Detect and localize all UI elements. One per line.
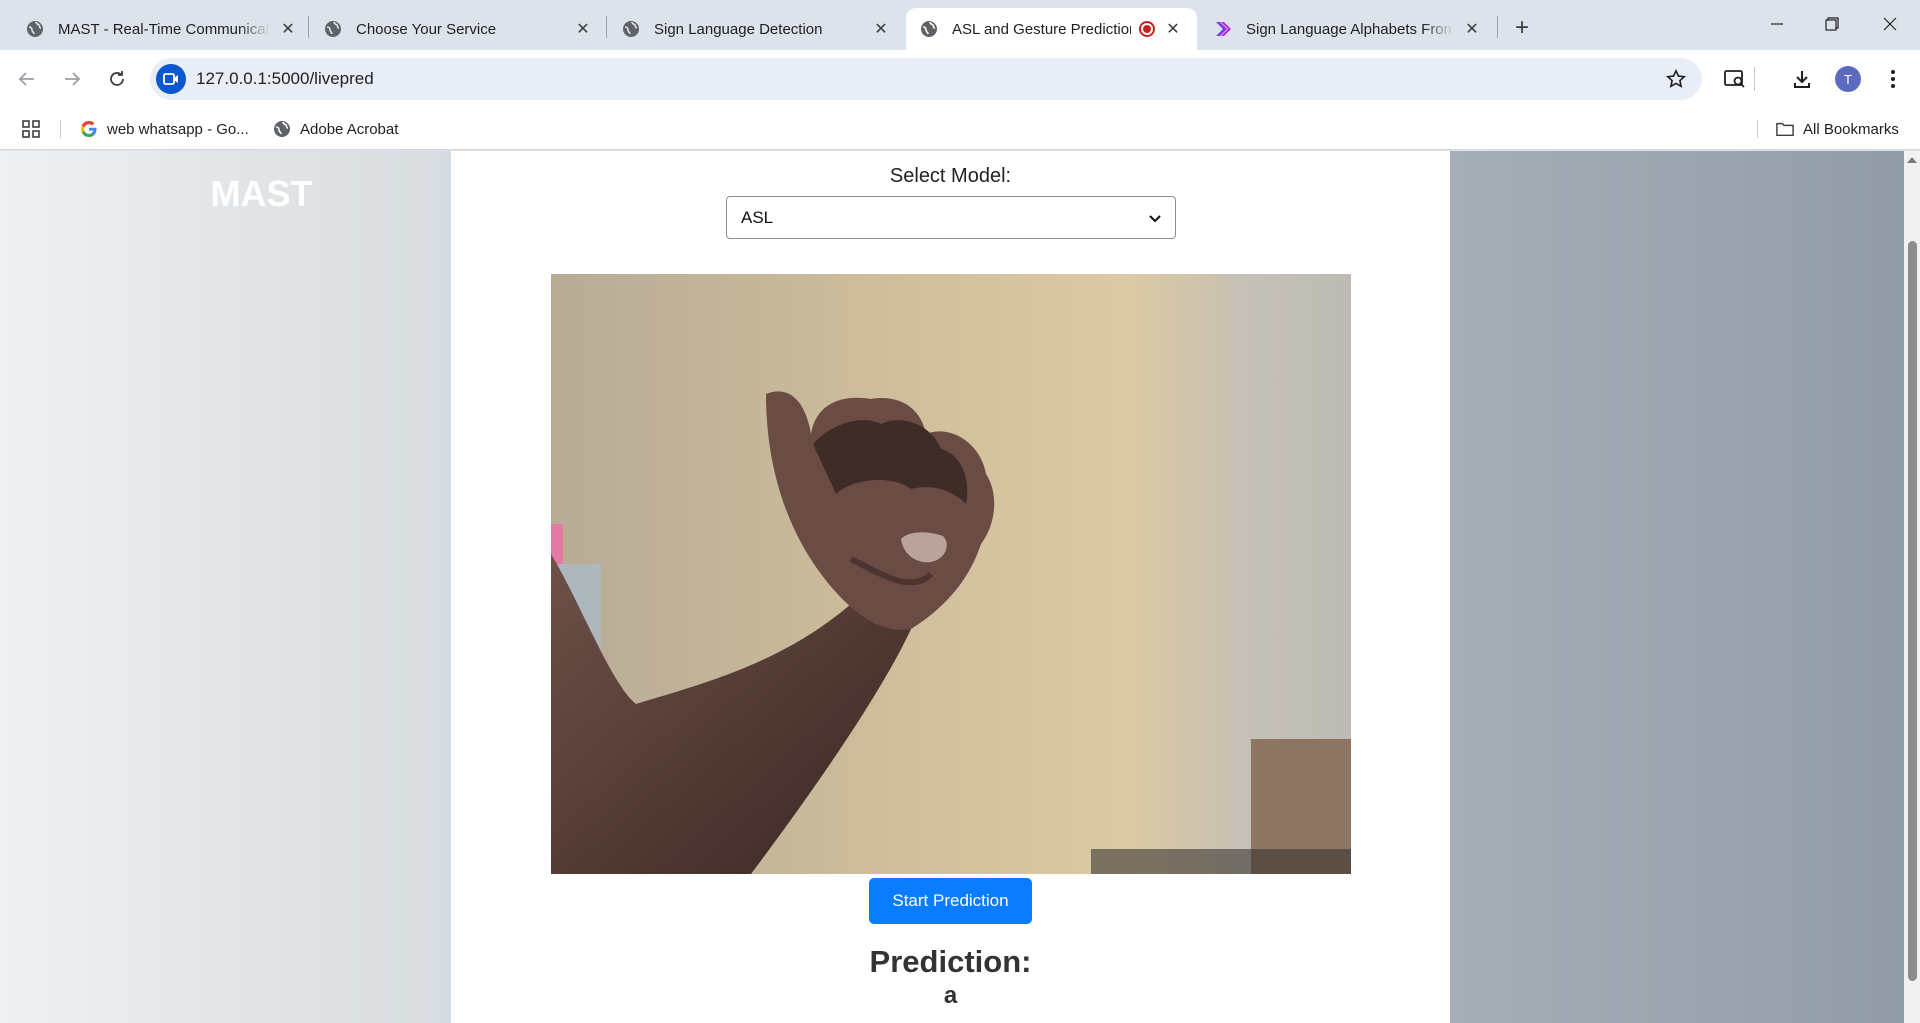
bookmarks-bar: web whatsapp - Go... Adobe Acrobat All B… — [0, 108, 1920, 150]
page-scrollbar[interactable] — [1904, 151, 1920, 1023]
tab-asl-prediction[interactable]: ASL and Gesture Prediction ✕ — [906, 8, 1197, 50]
forward-arrow-icon[interactable] — [55, 62, 89, 96]
prediction-heading: Prediction: — [869, 944, 1032, 979]
bookmark-web-whatsapp[interactable]: web whatsapp - Go... — [80, 117, 249, 141]
bookmark-separator — [1757, 120, 1758, 138]
tab-sign-detection[interactable]: Sign Language Detection ✕ — [608, 8, 905, 50]
scroll-up-arrow-icon[interactable] — [1907, 157, 1917, 163]
close-icon[interactable]: ✕ — [1163, 19, 1183, 39]
tab-separator — [606, 16, 607, 38]
bookmark-adobe-acrobat[interactable]: Adobe Acrobat — [273, 117, 398, 141]
tab-title: Sign Language Alphabets From — [1246, 20, 1454, 38]
model-select[interactable]: ASL — [726, 196, 1176, 239]
prediction-result: a — [943, 982, 958, 1009]
restore-icon[interactable] — [1809, 8, 1855, 40]
window-close-icon[interactable] — [1867, 8, 1913, 40]
webcam-feed — [551, 274, 1351, 874]
main-content: Select Model: ASL Start Prediction Predi… — [451, 151, 1450, 1023]
tab-separator — [1497, 16, 1498, 38]
webcam-frame-image — [551, 274, 1351, 874]
tab-strip: MAST - Real-Time Communicat ✕ Choose You… — [0, 0, 1920, 50]
google-icon — [80, 120, 98, 138]
sidebar — [0, 151, 451, 1023]
tab-title: ASL and Gesture Prediction — [952, 20, 1131, 38]
globe-icon — [324, 20, 342, 38]
toolbar-separator — [1754, 67, 1755, 91]
bookmark-star-icon[interactable] — [1664, 67, 1688, 91]
globe-icon — [920, 20, 938, 38]
address-bar[interactable]: 127.0.0.1:5000/livepred — [150, 58, 1702, 100]
selected-model-value: ASL — [741, 207, 774, 227]
bookmark-label: Adobe Acrobat — [300, 120, 399, 138]
tab-title: Sign Language Detection — [654, 20, 823, 38]
close-icon[interactable]: ✕ — [1462, 19, 1482, 39]
globe-icon — [273, 120, 291, 138]
globe-icon — [26, 20, 44, 38]
back-arrow-icon[interactable] — [10, 62, 44, 96]
purple-chevron-icon — [1214, 20, 1232, 38]
url-text[interactable]: 127.0.0.1:5000/livepred — [196, 69, 374, 89]
start-prediction-button[interactable]: Start Prediction — [869, 878, 1032, 924]
tab-separator — [308, 16, 309, 38]
all-bookmarks-label: All Bookmarks — [1803, 120, 1899, 138]
select-model-label: Select Model: — [889, 165, 1012, 187]
tab-choose-service[interactable]: Choose Your Service ✕ — [310, 8, 607, 50]
profile-avatar[interactable]: T — [1835, 66, 1861, 92]
close-icon[interactable]: ✕ — [871, 19, 891, 39]
brand-logo: MAST — [210, 173, 313, 214]
tab-title: Choose Your Service — [356, 20, 497, 38]
tab-sign-alphabets[interactable]: Sign Language Alphabets From ✕ — [1200, 8, 1496, 50]
close-icon[interactable]: ✕ — [573, 19, 593, 39]
tab-title: MAST - Real-Time Communicat — [58, 20, 270, 38]
bookmark-label: web whatsapp - Go... — [107, 120, 249, 138]
chevron-down-icon — [1149, 208, 1161, 228]
reload-icon[interactable] — [100, 62, 134, 96]
minimize-icon[interactable] — [1754, 8, 1800, 40]
globe-icon — [622, 20, 640, 38]
cut-off-instructions — [451, 151, 1450, 153]
more-menu-icon[interactable] — [1878, 64, 1908, 94]
camera-in-use-icon[interactable] — [156, 64, 186, 94]
scrollbar-thumb[interactable] — [1908, 241, 1917, 981]
page-viewport: MAST Select Model: ASL Start Prediction … — [0, 151, 1904, 1023]
bookmark-separator — [60, 120, 61, 138]
close-icon[interactable]: ✕ — [278, 19, 298, 39]
tab-search-icon[interactable] — [1720, 64, 1750, 94]
folder-icon — [1776, 120, 1794, 138]
new-tab-plus-icon[interactable]: + — [1508, 14, 1536, 42]
tab-mast[interactable]: MAST - Real-Time Communicat ✕ — [12, 8, 312, 50]
apps-grid-icon[interactable] — [22, 117, 40, 141]
all-bookmarks-button[interactable]: All Bookmarks — [1776, 117, 1899, 141]
right-background-panel — [1450, 151, 1904, 1023]
browser-toolbar: 127.0.0.1:5000/livepred T — [0, 50, 1920, 108]
download-icon[interactable] — [1787, 64, 1817, 94]
recording-icon — [1139, 21, 1155, 37]
